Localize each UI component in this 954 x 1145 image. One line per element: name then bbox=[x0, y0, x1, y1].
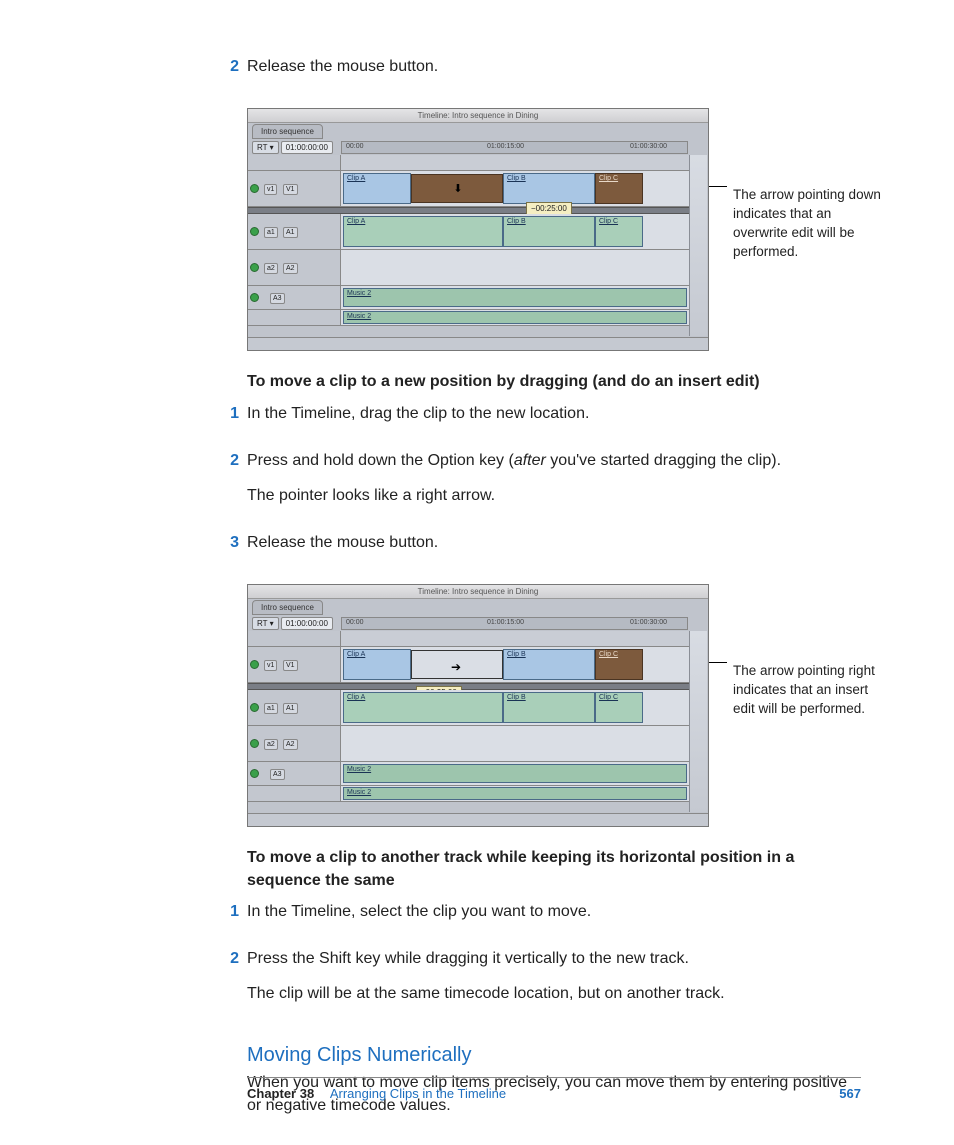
clip[interactable]: Clip B bbox=[503, 692, 595, 723]
ruler-tick: 01:00:30:00 bbox=[630, 143, 667, 150]
step-text: In the Timeline, drag the clip to the ne… bbox=[247, 402, 847, 425]
procedure-heading: To move a clip to a new position by drag… bbox=[247, 371, 847, 393]
clip[interactable]: Clip B bbox=[503, 173, 595, 204]
ruler-tick: 01:00:30:00 bbox=[630, 619, 667, 626]
ruler-tick: 01:00:15:00 bbox=[487, 619, 524, 626]
ruler-tick: 00:00 bbox=[346, 143, 364, 150]
step-number: 3 bbox=[227, 531, 247, 566]
callout-text: The arrow pointing down indicates that a… bbox=[727, 186, 882, 262]
timecode-field[interactable]: 01:00:00:00 bbox=[281, 617, 333, 630]
clip[interactable]: Music 2 bbox=[343, 764, 687, 783]
track-header-a3[interactable]: A3 bbox=[248, 762, 341, 785]
scroll-gutter[interactable] bbox=[689, 155, 707, 336]
step-number: 2 bbox=[227, 449, 247, 519]
sequence-tab[interactable]: Intro sequence bbox=[252, 124, 323, 139]
track-lane-v1[interactable]: Clip A ➔ Clip B Clip C bbox=[341, 647, 689, 682]
step-item: 1 In the Timeline, select the clip you w… bbox=[247, 900, 847, 935]
track-header-a1[interactable]: a1 A1 bbox=[248, 214, 341, 249]
clip[interactable]: Clip A bbox=[343, 649, 411, 680]
clip[interactable]: Clip A bbox=[343, 173, 411, 204]
step-text: Press the Shift key while dragging it ve… bbox=[247, 947, 847, 970]
step-item: 3 Release the mouse button. bbox=[247, 531, 847, 566]
step-item: 2 Press the Shift key while dragging it … bbox=[247, 947, 847, 1017]
step-text: Press and hold down the Option key (afte… bbox=[247, 449, 847, 472]
rt-menu[interactable]: RT ▾ bbox=[252, 141, 279, 154]
sequence-tab[interactable]: Intro sequence bbox=[252, 600, 323, 615]
track-lane-a2[interactable] bbox=[341, 726, 689, 761]
track-lane-v1[interactable]: Clip A ⬇ Clip B Clip C bbox=[341, 171, 689, 206]
timeline-bottom-bar[interactable] bbox=[248, 337, 708, 350]
clip[interactable]: Clip C bbox=[595, 216, 643, 247]
procedure-heading: To move a clip to another track while ke… bbox=[247, 847, 847, 892]
step-item: 1 In the Timeline, drag the clip to the … bbox=[247, 402, 847, 437]
figure-overwrite: Timeline: Intro sequence in Dining Intro… bbox=[247, 108, 847, 351]
step-item: 2 Release the mouse button. bbox=[247, 55, 847, 90]
track-header-a2[interactable]: a2 A2 bbox=[248, 726, 341, 761]
ruler-tick: 00:00 bbox=[346, 619, 364, 626]
clip[interactable]: Clip B bbox=[503, 649, 595, 680]
clip[interactable]: Music 2 bbox=[343, 288, 687, 307]
clip[interactable]: Clip A bbox=[343, 216, 503, 247]
track-header-a3[interactable]: A3 bbox=[248, 286, 341, 309]
step-number: 1 bbox=[227, 402, 247, 437]
step-subtext: The pointer looks like a right arrow. bbox=[247, 484, 847, 507]
callout-text: The arrow pointing right indicates that … bbox=[727, 662, 882, 719]
page-footer: Chapter 38 Arranging Clips in the Timeli… bbox=[247, 1077, 861, 1101]
page-number: 567 bbox=[839, 1086, 861, 1101]
overwrite-cursor-icon: ⬇ bbox=[451, 183, 465, 195]
callout-leader bbox=[709, 186, 727, 187]
clip[interactable]: Music 2 bbox=[343, 787, 687, 800]
track-header-v1[interactable]: v1 V1 bbox=[248, 171, 341, 206]
step-item: 2 Press and hold down the Option key (af… bbox=[247, 449, 847, 519]
step-text: Release the mouse button. bbox=[247, 531, 847, 554]
scroll-gutter[interactable] bbox=[689, 631, 707, 812]
track-lane-a3[interactable]: Music 2 bbox=[341, 762, 689, 785]
time-ruler[interactable]: 00:00 01:00:15:00 01:00:30:00 bbox=[341, 617, 688, 630]
ruler-tick: 01:00:15:00 bbox=[487, 143, 524, 150]
clip-selected[interactable]: Clip C bbox=[595, 173, 643, 204]
step-number: 2 bbox=[227, 947, 247, 1017]
track-lane-a3[interactable]: Music 2 bbox=[341, 286, 689, 309]
track-header-v1[interactable]: v1 V1 bbox=[248, 647, 341, 682]
clip[interactable]: Clip C bbox=[595, 692, 643, 723]
step-number: 2 bbox=[227, 55, 247, 90]
time-ruler[interactable]: 00:00 01:00:15:00 01:00:30:00 bbox=[341, 141, 688, 154]
figure-insert: Timeline: Intro sequence in Dining Intro… bbox=[247, 584, 847, 827]
track-lane-a1[interactable]: Clip A Clip B Clip C bbox=[341, 214, 689, 249]
timeline-bottom-bar[interactable] bbox=[248, 813, 708, 826]
step-text: In the Timeline, select the clip you wan… bbox=[247, 900, 847, 923]
chapter-label: Chapter 38 bbox=[247, 1086, 314, 1101]
step-text: Release the mouse button. bbox=[247, 55, 847, 78]
section-heading: Moving Clips Numerically bbox=[247, 1044, 847, 1067]
insert-cursor-icon: ➔ bbox=[449, 661, 463, 673]
clip[interactable]: Clip B bbox=[503, 216, 595, 247]
track-lane-a4[interactable]: Music 2 bbox=[341, 310, 689, 325]
track-header-a2[interactable]: a2 A2 bbox=[248, 250, 341, 285]
track-lane-a1[interactable]: Clip A Clip B Clip C bbox=[341, 690, 689, 725]
timecode-field[interactable]: 01:00:00:00 bbox=[281, 141, 333, 154]
clip[interactable]: Music 2 bbox=[343, 311, 687, 324]
timeline-window: Timeline: Intro sequence in Dining Intro… bbox=[247, 584, 709, 827]
rt-menu[interactable]: RT ▾ bbox=[252, 617, 279, 630]
window-titlebar: Timeline: Intro sequence in Dining bbox=[248, 109, 708, 123]
timeline-window: Timeline: Intro sequence in Dining Intro… bbox=[247, 108, 709, 351]
track-lane-a4[interactable]: Music 2 bbox=[341, 786, 689, 801]
step-subtext: The clip will be at the same timecode lo… bbox=[247, 982, 847, 1005]
callout-leader bbox=[709, 662, 727, 663]
clip[interactable]: Clip A bbox=[343, 692, 503, 723]
clip-selected[interactable]: Clip C bbox=[595, 649, 643, 680]
page-content: 2 Release the mouse button. Timeline: In… bbox=[247, 55, 847, 1129]
track-header-a1[interactable]: a1 A1 bbox=[248, 690, 341, 725]
step-number: 1 bbox=[227, 900, 247, 935]
track-lane-a2[interactable] bbox=[341, 250, 689, 285]
chapter-title: Arranging Clips in the Timeline bbox=[330, 1086, 506, 1101]
window-titlebar: Timeline: Intro sequence in Dining bbox=[248, 585, 708, 599]
